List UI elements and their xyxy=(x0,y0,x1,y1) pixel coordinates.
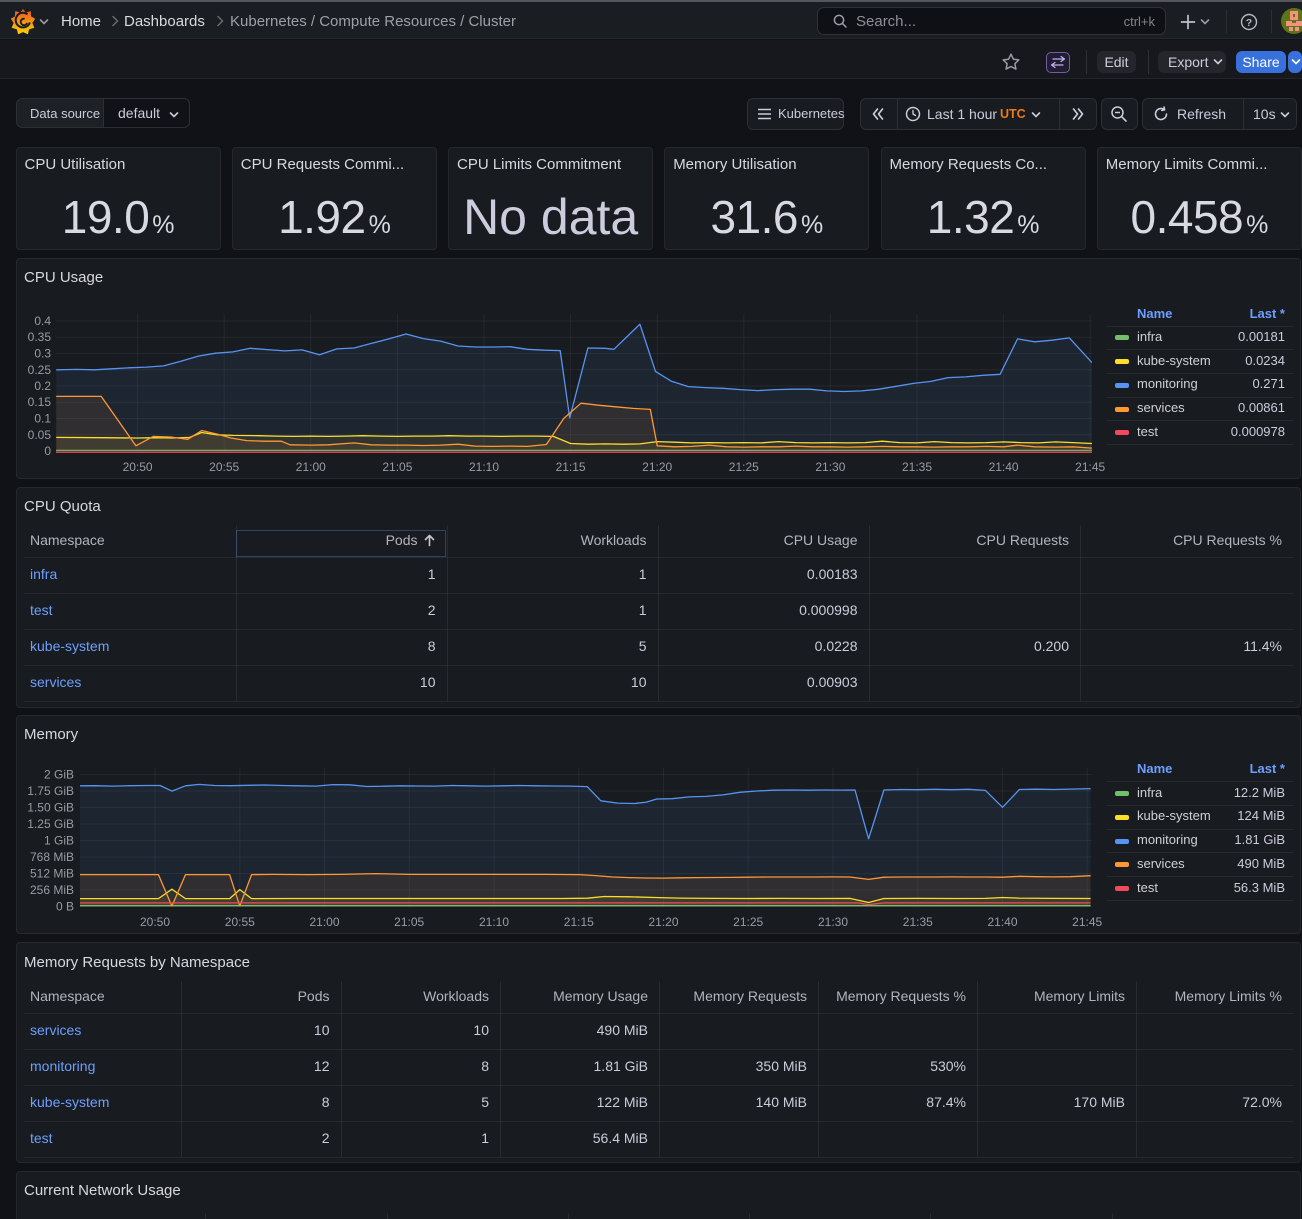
svg-text:?: ? xyxy=(1246,17,1252,29)
